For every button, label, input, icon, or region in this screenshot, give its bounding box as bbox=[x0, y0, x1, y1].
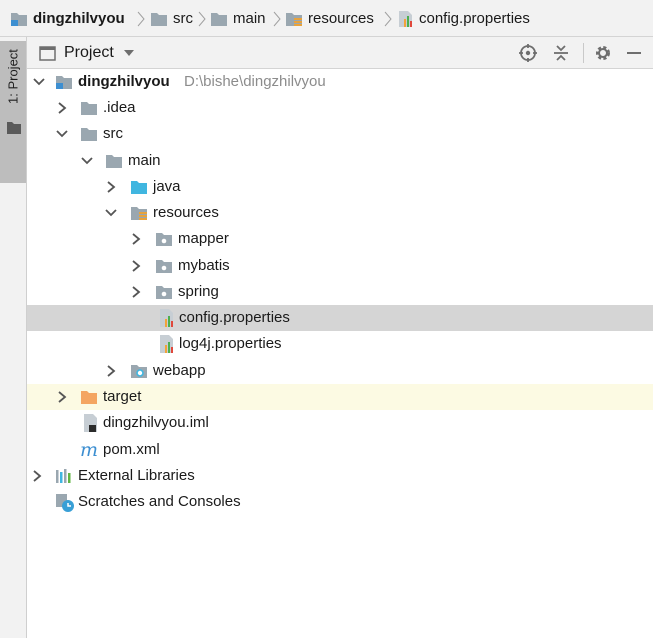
collapse-all-icon[interactable] bbox=[551, 43, 571, 63]
chevron-down-icon[interactable] bbox=[56, 130, 68, 138]
tree-row-mapper[interactable]: mapper bbox=[27, 226, 653, 252]
tool-window-strip: 1: Project bbox=[0, 37, 27, 638]
tree-row-pom[interactable]: m pom.xml bbox=[27, 437, 653, 463]
chevron-right-icon bbox=[384, 11, 392, 27]
tree-row-label: dingzhilvyou.iml bbox=[103, 414, 209, 431]
chevron-right-icon[interactable] bbox=[131, 286, 141, 298]
scratches-icon bbox=[56, 494, 74, 512]
tree-row-webapp[interactable]: webapp bbox=[27, 358, 653, 384]
breadcrumb-label: resources bbox=[308, 10, 374, 27]
breadcrumb-label: main bbox=[233, 10, 266, 27]
libraries-icon bbox=[56, 469, 71, 483]
tree-row-label: main bbox=[128, 152, 161, 169]
tree-row-label: dingzhilvyou bbox=[78, 73, 170, 90]
tree-row-log4j-properties[interactable]: log4j.properties bbox=[27, 331, 653, 357]
view-label: Project bbox=[64, 44, 114, 61]
tree-row-label: spring bbox=[178, 283, 219, 300]
tree-row-label: External Libraries bbox=[78, 467, 195, 484]
hide-icon[interactable] bbox=[624, 43, 644, 63]
web-folder-icon bbox=[131, 365, 147, 378]
tree-row-label: mybatis bbox=[178, 257, 230, 274]
project-folder-icon bbox=[11, 12, 27, 26]
tree-row-label: pom.xml bbox=[103, 441, 160, 458]
chevron-right-icon[interactable] bbox=[32, 470, 42, 482]
tree-row-label: target bbox=[103, 388, 142, 405]
tree-row-label: Scratches and Consoles bbox=[78, 493, 241, 510]
tree-row-label: mapper bbox=[178, 230, 229, 247]
view-selector[interactable]: Project bbox=[39, 37, 134, 69]
tree-row-idea[interactable]: .idea bbox=[27, 95, 653, 121]
breadcrumb-item-main[interactable]: main bbox=[210, 0, 266, 37]
tree-row-dingzhilvyou[interactable]: dingzhilvyou D:\bishe\dingzhilvyou bbox=[27, 69, 653, 95]
chevron-right-icon bbox=[137, 11, 145, 27]
tree-row-label: log4j.properties bbox=[179, 335, 282, 352]
project-folder-icon bbox=[56, 76, 72, 89]
tree-row-config-properties[interactable]: config.properties bbox=[27, 305, 653, 331]
breadcrumb-item-config[interactable]: config.properties bbox=[397, 0, 530, 37]
project-path: D:\bishe\dingzhilvyou bbox=[184, 73, 326, 90]
breadcrumb-label: config.properties bbox=[419, 10, 530, 27]
tree-row-main[interactable]: main bbox=[27, 148, 653, 174]
package-folder-icon bbox=[156, 286, 172, 299]
breadcrumb-label: src bbox=[173, 10, 193, 27]
resources-folder-icon bbox=[131, 207, 147, 220]
excluded-folder-icon bbox=[81, 391, 97, 404]
tree-row-scratches[interactable]: Scratches and Consoles bbox=[27, 489, 653, 515]
properties-file-icon bbox=[399, 10, 412, 27]
folder-icon bbox=[151, 12, 167, 26]
chevron-right-icon[interactable] bbox=[57, 102, 67, 114]
tree-row-label: java bbox=[153, 178, 181, 195]
folder-icon bbox=[211, 12, 227, 26]
locate-icon[interactable] bbox=[518, 43, 538, 63]
toolbar-divider bbox=[583, 43, 584, 63]
gear-icon[interactable] bbox=[593, 43, 613, 63]
tree-row-target[interactable]: target bbox=[27, 384, 653, 410]
folder-icon bbox=[81, 128, 97, 141]
folder-icon bbox=[106, 155, 122, 168]
project-tree: dingzhilvyou D:\bishe\dingzhilvyou .idea… bbox=[27, 69, 653, 638]
breadcrumb: dingzhilvyou src main resources config.p… bbox=[0, 0, 653, 37]
chevron-down-icon[interactable] bbox=[81, 157, 93, 165]
breadcrumb-item-src[interactable]: src bbox=[150, 0, 193, 37]
breadcrumb-label: dingzhilvyou bbox=[33, 10, 125, 27]
chevron-right-icon[interactable] bbox=[106, 365, 116, 377]
maven-icon: m bbox=[80, 439, 99, 461]
iml-file-icon bbox=[84, 414, 97, 432]
folder-icon bbox=[7, 122, 21, 134]
tree-row-label: config.properties bbox=[179, 309, 290, 326]
project-toolbar: Project bbox=[27, 37, 653, 69]
project-folder-icon bbox=[39, 45, 56, 61]
tree-row-iml[interactable]: dingzhilvyou.iml bbox=[27, 410, 653, 436]
breadcrumb-item-project[interactable]: dingzhilvyou bbox=[10, 0, 125, 37]
chevron-down-icon[interactable] bbox=[105, 209, 117, 217]
tree-row-label: src bbox=[103, 125, 123, 142]
tree-row-external-libraries[interactable]: External Libraries bbox=[27, 463, 653, 489]
properties-file-icon bbox=[160, 335, 173, 353]
chevron-right-icon[interactable] bbox=[106, 181, 116, 193]
package-folder-icon bbox=[156, 233, 172, 246]
chevron-right-icon[interactable] bbox=[57, 391, 67, 403]
chevron-right-icon bbox=[273, 11, 281, 27]
package-folder-icon bbox=[156, 260, 172, 273]
breadcrumb-item-resources[interactable]: resources bbox=[285, 0, 374, 37]
project-tool-window-tab[interactable]: 1: Project bbox=[0, 41, 26, 183]
source-folder-icon bbox=[131, 181, 147, 194]
tree-row-spring[interactable]: spring bbox=[27, 279, 653, 305]
chevron-down-icon bbox=[123, 50, 134, 56]
tree-row-src[interactable]: src bbox=[27, 121, 653, 147]
tree-row-java[interactable]: java bbox=[27, 174, 653, 200]
chevron-right-icon[interactable] bbox=[131, 233, 141, 245]
chevron-right-icon[interactable] bbox=[131, 260, 141, 272]
tree-row-label: .idea bbox=[103, 99, 136, 116]
chevron-right-icon bbox=[198, 11, 206, 27]
folder-icon bbox=[81, 102, 97, 115]
tree-row-label: resources bbox=[153, 204, 219, 221]
chevron-down-icon[interactable] bbox=[33, 78, 45, 86]
properties-file-icon bbox=[160, 309, 173, 327]
tree-row-label: webapp bbox=[153, 362, 206, 379]
tree-row-mybatis[interactable]: mybatis bbox=[27, 253, 653, 279]
resources-folder-icon bbox=[286, 12, 302, 26]
tree-row-resources[interactable]: resources bbox=[27, 200, 653, 226]
